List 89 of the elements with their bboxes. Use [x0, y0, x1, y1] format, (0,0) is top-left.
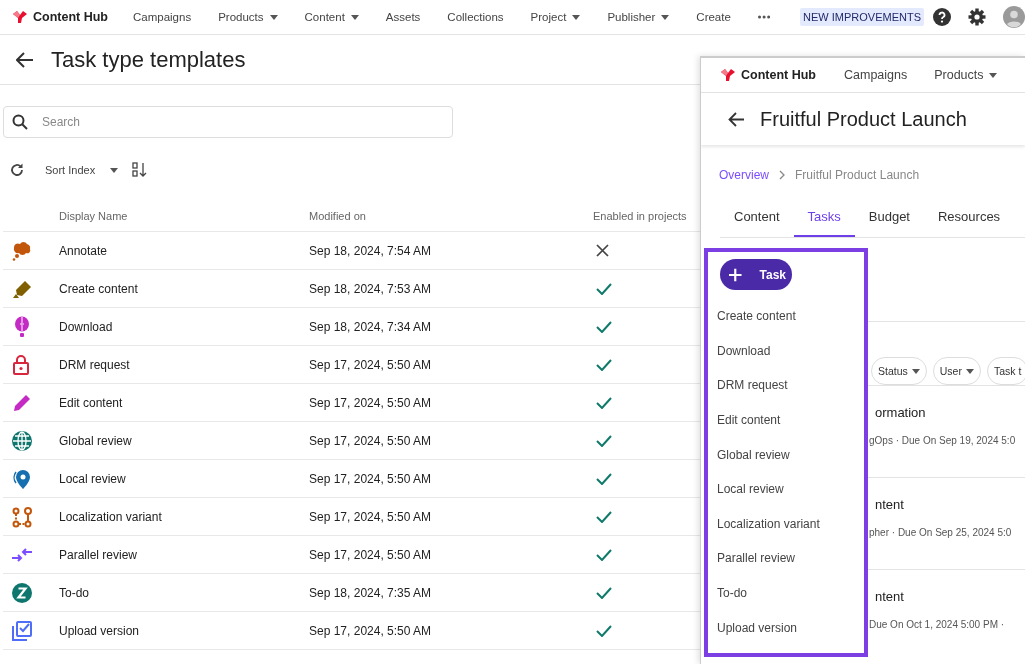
modified-date: Sep 17, 2024, 5:50 AM [309, 623, 432, 638]
tab[interactable]: Resources [924, 201, 1015, 237]
nav-link[interactable]: Collections [447, 11, 504, 23]
menu-item[interactable]: Parallel review [717, 541, 864, 576]
nav-link[interactable]: Campaigns [844, 68, 908, 82]
pencil-icon [11, 392, 33, 413]
column-header: Enabled in projects [593, 210, 687, 222]
z-circle-icon [11, 581, 33, 604]
back-arrow-icon[interactable] [728, 111, 745, 127]
tab[interactable]: Content [720, 201, 794, 237]
project-title: Fruitful Product Launch [760, 107, 967, 131]
menu-item[interactable]: Download [717, 333, 864, 369]
logo-icon [12, 10, 28, 24]
modified-date: Sep 17, 2024, 5:50 AM [309, 433, 432, 448]
map-pin-icon [11, 467, 33, 490]
brand-name: Content Hub [741, 68, 816, 82]
nav-link[interactable]: Products [218, 11, 278, 23]
menu-item[interactable]: Global review [717, 437, 864, 472]
sort-order-icon[interactable] [132, 162, 149, 178]
nav-link[interactable]: Create [696, 11, 731, 23]
avatar-icon[interactable] [1003, 6, 1025, 28]
lock-icon [11, 353, 31, 376]
template-name: Localization variant [59, 509, 162, 524]
nav-link[interactable]: Products [934, 68, 997, 82]
menu-item[interactable]: DRM request [717, 368, 864, 403]
more-icon[interactable] [757, 15, 771, 19]
refresh-icon[interactable] [10, 163, 24, 177]
modified-date: Sep 18, 2024, 7:35 AM [309, 585, 432, 600]
caret-icon [110, 167, 119, 173]
search-icon [12, 114, 28, 130]
task-meta: Due On Oct 1, 2024 5:00 PM · [869, 619, 1006, 630]
modified-date: Sep 18, 2024, 7:34 AM [309, 319, 432, 334]
template-name: Upload version [59, 623, 140, 638]
nav-link[interactable]: Content [304, 11, 359, 23]
nav-link[interactable]: Project [530, 11, 581, 23]
modified-date: Sep 18, 2024, 7:53 AM [309, 281, 432, 296]
modified-date: Sep 17, 2024, 5:50 AM [309, 395, 432, 410]
menu-item[interactable]: Local review [717, 471, 864, 507]
new-improvements-link[interactable]: NEW IMPROVEMENTS [800, 8, 924, 26]
checkbox-stack-icon [11, 619, 33, 642]
column-header: Modified on [309, 210, 366, 222]
logo-icon [720, 68, 736, 82]
template-name: Annotate [59, 243, 108, 258]
add-task-button[interactable]: Task [720, 259, 792, 290]
plus-icon [729, 267, 742, 282]
arrows-icon [11, 546, 33, 563]
modified-date: Sep 17, 2024, 5:50 AM [309, 357, 432, 372]
template-name: Edit content [59, 395, 123, 410]
settings-icon[interactable] [968, 8, 986, 26]
task-title[interactable]: ntent [875, 497, 1025, 512]
breadcrumb-link[interactable]: Overview [719, 168, 769, 182]
template-name: Local review [59, 471, 126, 486]
modified-date: Sep 17, 2024, 5:50 AM [309, 471, 432, 486]
page-title: Task type templates [51, 46, 246, 73]
brand-name: Content Hub [33, 10, 108, 24]
template-name: To-do [59, 585, 90, 600]
menu-item[interactable]: Localization variant [717, 506, 864, 542]
thought-bubble-icon [11, 240, 33, 261]
help-icon[interactable] [933, 8, 951, 26]
menu-item[interactable]: Create content [717, 299, 864, 334]
task-meta: gOps · Due On Sep 19, 2024 5:0 [869, 435, 1017, 446]
modified-date: Sep 17, 2024, 5:50 AM [309, 547, 432, 562]
menu-item[interactable]: Upload version [717, 610, 864, 645]
sort-dropdown[interactable]: Sort Index [45, 164, 119, 176]
modified-date: Sep 17, 2024, 5:50 AM [309, 509, 432, 524]
breadcrumb-current: Fruitful Product Launch [795, 168, 920, 182]
globe-icon [11, 429, 33, 452]
nav-link[interactable]: Publisher [607, 11, 670, 23]
template-name: Global review [59, 433, 132, 448]
marker-icon [11, 278, 33, 299]
template-name: Download [59, 319, 113, 334]
back-arrow-icon[interactable] [16, 51, 34, 68]
template-name: DRM request [59, 357, 130, 372]
task-meta: pher · Due On Sep 25, 2024 5:0 [869, 527, 1013, 538]
template-name: Parallel review [59, 547, 138, 562]
tab[interactable]: Budget [854, 201, 924, 237]
nav-link[interactable]: Assets [385, 11, 421, 23]
menu-item[interactable]: Edit content [717, 402, 864, 438]
menu-item[interactable]: To-do [717, 575, 864, 611]
nav-link[interactable]: Campaigns [133, 11, 192, 23]
modified-date: Sep 18, 2024, 7:54 AM [309, 243, 432, 258]
nodes-icon [11, 505, 33, 528]
search-field[interactable]: Search [3, 106, 453, 138]
task-title[interactable]: ormation [875, 405, 1025, 420]
template-name: Create content [59, 281, 138, 296]
task-title[interactable]: ntent [875, 589, 1025, 604]
tab[interactable]: Tasks [793, 201, 855, 237]
chevron-icon [779, 170, 785, 180]
column-header: Display Name [59, 210, 128, 222]
